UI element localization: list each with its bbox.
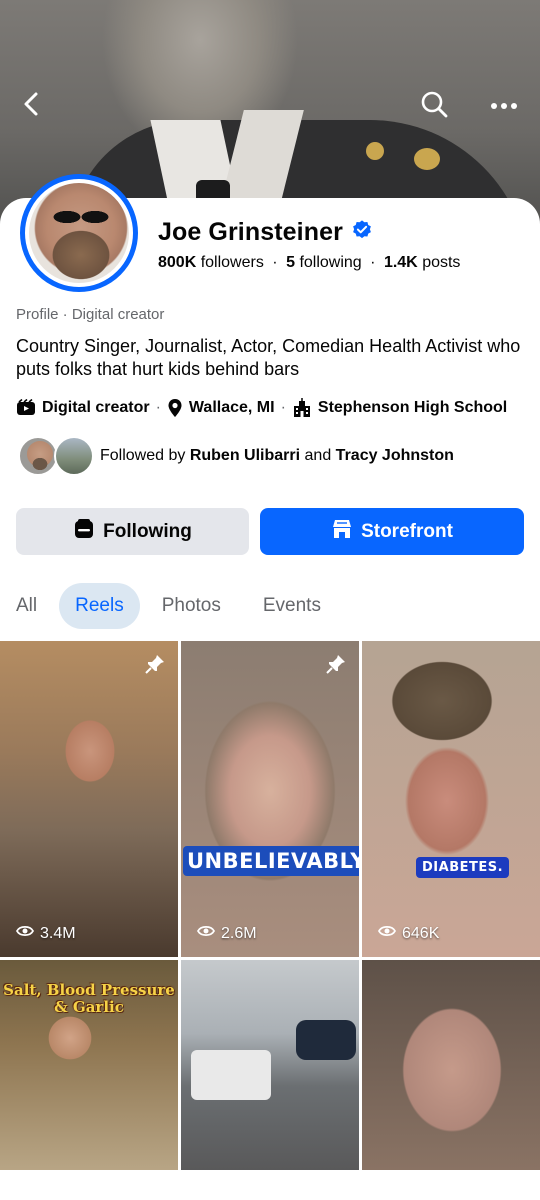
more-dots-icon <box>490 97 518 115</box>
followed-by-text: Followed by Ruben Ulibarri and Tracy Joh… <box>100 447 454 465</box>
storefront-button-label: Storefront <box>361 520 453 542</box>
back-button[interactable] <box>12 86 52 126</box>
mutual-follower-name[interactable]: Ruben Ulibarri <box>190 447 300 464</box>
followed-by-prefix: Followed by <box>100 447 186 464</box>
followers-count: 800K <box>158 254 197 271</box>
profile-name-row: Joe Grinsteiner <box>158 218 373 247</box>
search-button[interactable] <box>414 86 454 126</box>
separator-dot: · <box>370 254 376 271</box>
golf-cart-shape <box>191 1050 271 1100</box>
eye-icon <box>377 924 397 943</box>
following-button-label: Following <box>103 520 192 542</box>
reel-views: 646K <box>377 924 440 943</box>
tab-photos[interactable]: Photos <box>146 583 237 629</box>
school-building-icon <box>292 398 312 418</box>
tab-label: Photos <box>161 595 221 616</box>
avatar-image <box>29 183 129 283</box>
following-user-check-icon <box>73 518 95 546</box>
tab-label: Events <box>262 595 321 616</box>
car-shape <box>296 1020 356 1060</box>
verified-badge-icon <box>351 219 373 246</box>
separator-dot: · <box>280 399 286 416</box>
separator-dot: · <box>155 399 161 416</box>
mutual-avatar <box>18 436 58 476</box>
detail-category: Digital creator <box>42 399 150 416</box>
reel-caption: Salt, Blood Pressure & Garlic <box>3 981 175 1016</box>
reel-views-count: 2.6M <box>221 924 257 942</box>
reel-thumbnail[interactable]: 3.4M <box>0 641 178 957</box>
reel-thumbnail[interactable]: DIABETES. 646K <box>362 641 540 957</box>
reel-thumbnail[interactable]: Salt, Blood Pressure & Garlic <box>0 960 178 1170</box>
followers-label: followers <box>200 254 264 271</box>
detail-location[interactable]: Wallace, MI <box>189 399 275 417</box>
mutual-avatar <box>54 436 94 476</box>
reel-caption: DIABETES. <box>416 857 510 878</box>
eye-icon <box>196 924 216 943</box>
profile-bio: Country Singer, Journalist, Actor, Comed… <box>16 336 521 379</box>
reel-views-count: 3.4M <box>40 924 76 942</box>
storefront-shop-icon <box>331 518 353 546</box>
profile-meta: Profile · Digital creator <box>16 306 165 323</box>
detail-school[interactable]: Stephenson High School <box>318 399 507 417</box>
profile-stats: 800K followers · 5 following · 1.4K post… <box>158 254 460 272</box>
eye-icon <box>15 924 35 943</box>
following-count: 5 <box>286 254 295 271</box>
following-label: following <box>299 254 362 271</box>
profile-details: Digital creator · Wallace, MI · Stephens… <box>16 398 507 418</box>
reel-views-count: 646K <box>402 924 440 942</box>
location-pin-icon <box>167 398 183 418</box>
profile-tabs: All Reels Photos Events <box>16 583 337 629</box>
followed-by-and: and <box>304 447 332 464</box>
profile-avatar[interactable] <box>20 174 138 292</box>
cover-insignia <box>414 148 440 170</box>
cover-insignia <box>366 142 384 160</box>
tab-all[interactable]: All <box>0 583 53 629</box>
reel-caption: UNBELIEVABLY <box>183 846 359 876</box>
posts-link[interactable]: 1.4K posts <box>384 254 461 271</box>
separator-dot: · <box>272 254 278 271</box>
following-link[interactable]: 5 following <box>286 254 362 271</box>
tab-label: All <box>16 595 38 616</box>
reel-thumbnail[interactable] <box>181 960 359 1170</box>
reel-views: 2.6M <box>196 924 257 943</box>
tab-reels[interactable]: Reels <box>59 583 140 629</box>
back-arrow-icon <box>21 91 43 122</box>
mutual-followers[interactable]: Followed by Ruben Ulibarri and Tracy Joh… <box>18 436 454 476</box>
profile-name: Joe Grinsteiner <box>158 218 343 246</box>
posts-label: posts <box>422 254 461 271</box>
tab-label: Reels <box>75 595 124 616</box>
posts-count: 1.4K <box>383 254 418 271</box>
storefront-button[interactable]: Storefront <box>260 508 524 555</box>
pinned-icon <box>144 653 166 680</box>
followers-link[interactable]: 800K followers <box>158 254 264 271</box>
mutual-follower-name[interactable]: Tracy Johnston <box>336 447 454 464</box>
pinned-icon <box>325 653 347 680</box>
more-options-button[interactable] <box>484 86 524 126</box>
tab-events[interactable]: Events <box>247 583 337 629</box>
reel-thumbnail[interactable]: UNBELIEVABLY 2.6M <box>181 641 359 957</box>
video-icon <box>16 399 36 417</box>
reel-thumbnail[interactable] <box>362 960 540 1170</box>
reel-views: 3.4M <box>15 924 76 943</box>
following-button[interactable]: Following <box>16 508 249 555</box>
search-icon <box>420 90 448 123</box>
